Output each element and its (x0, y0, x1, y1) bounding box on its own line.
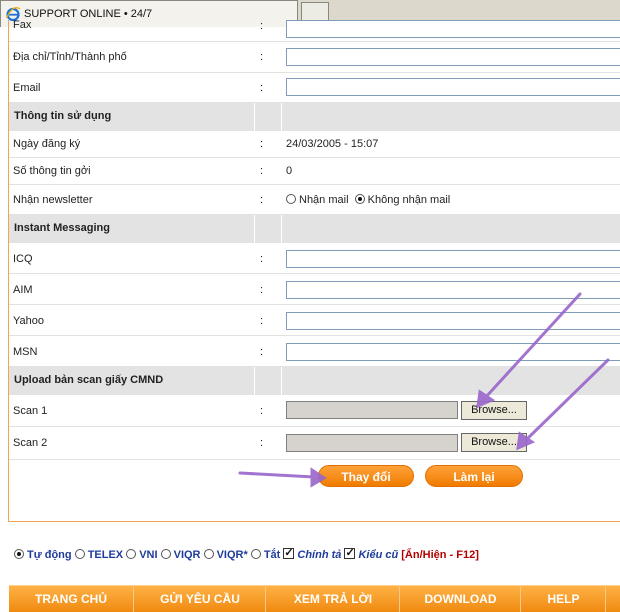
colon: : (260, 51, 264, 63)
aim-input[interactable] (286, 281, 620, 299)
ime-telex-radio[interactable] (74, 549, 85, 559)
fax-label: Fax (13, 19, 32, 31)
form-row-icq: ICQ : (9, 243, 620, 274)
newsletter-options: Nhận mail Không nhận mail (286, 194, 450, 206)
colon: : (260, 253, 264, 265)
ime-vni-radio[interactable] (126, 549, 137, 559)
browser-tab-title: SUPPORT ONLINE • 24/7 (24, 8, 153, 20)
ime-spell-label: Chính tả (297, 549, 342, 561)
section-divider (254, 103, 282, 131)
colon: : (260, 82, 264, 94)
form-row-msg-count: Số thông tin gởi : 0 (9, 158, 620, 185)
newsletter-no-label: Không nhận mail (367, 194, 451, 206)
aim-label: AIM (13, 284, 33, 296)
form-row-scan1: Scan 1 : Browse... (9, 395, 620, 427)
colon: : (260, 315, 264, 327)
msn-input[interactable] (286, 343, 620, 361)
ime-off-label: Tắt (263, 549, 281, 561)
scan1-browse-button[interactable]: Browse... (461, 401, 527, 420)
address-input[interactable] (286, 48, 620, 66)
scan2-label: Scan 2 (13, 437, 48, 449)
yahoo-input[interactable] (286, 312, 620, 330)
icq-input[interactable] (286, 250, 620, 268)
msg-count-value: 0 (286, 165, 293, 177)
ime-off-radio[interactable] (250, 549, 261, 559)
scan1-file-input[interactable] (286, 401, 458, 419)
colon: : (260, 284, 264, 296)
colon: : (260, 20, 264, 32)
nav-home[interactable]: TRANG CHỦ (9, 586, 134, 612)
nav-help[interactable]: HELP (522, 586, 606, 612)
ime-auto-label: Tự động (27, 549, 72, 561)
nav-send-request[interactable]: GỬI YÊU CẦU (135, 586, 266, 612)
newsletter-yes-label: Nhận mail (299, 194, 349, 206)
reg-date-value: 24/03/2005 - 15:07 (286, 138, 379, 150)
ime-viqr-label: VIQR (173, 549, 201, 561)
colon: : (260, 165, 264, 177)
scan2-browse-button[interactable]: Browse... (461, 433, 527, 452)
bottom-nav-bar: TRANG CHỦ GỬI YÊU CẦU XEM TRẢ LỜI DOWNLO… (9, 585, 620, 612)
email-input[interactable] (286, 78, 620, 96)
ime-viqr-star-radio[interactable] (203, 549, 214, 559)
scan1-label: Scan 1 (13, 405, 48, 417)
icq-label: ICQ (13, 253, 33, 265)
ime-auto-radio[interactable] (14, 549, 24, 559)
ime-telex-label: TELEX (87, 549, 124, 561)
newsletter-no-radio[interactable] (354, 194, 365, 204)
nav-view-reply[interactable]: XEM TRẢ LỜI (267, 586, 400, 612)
ime-viqr-radio[interactable] (160, 549, 171, 559)
form-row-yahoo: Yahoo : (9, 305, 620, 336)
email-label: Email (13, 82, 41, 94)
section-title-usage: Thông tin sử dụng (14, 110, 112, 122)
section-header-im: Instant Messaging (9, 215, 620, 243)
newsletter-yes-radio[interactable] (286, 194, 296, 204)
form-row-email: Email : (9, 73, 620, 103)
reg-date-label: Ngày đăng ký (13, 138, 81, 150)
yahoo-label: Yahoo (13, 315, 44, 327)
colon: : (260, 437, 264, 449)
ime-spell-checkbox[interactable] (283, 546, 295, 559)
ime-toggle-link[interactable]: [Ẩn/Hiện - F12] (401, 549, 479, 561)
colon: : (260, 194, 264, 206)
section-title-upload: Upload bản scan giấy CMND (14, 374, 164, 386)
msn-label: MSN (13, 346, 38, 358)
fax-input[interactable] (286, 20, 620, 38)
msg-count-label: Số thông tin gởi (13, 165, 91, 177)
form-row-address: Địa chỉ/Tỉnh/Thành phố : (9, 42, 620, 73)
ime-old-style-label: Kiểu cũ (358, 549, 399, 561)
reset-button[interactable]: Làm lại (425, 465, 523, 487)
form-row-aim: AIM : (9, 274, 620, 305)
address-label: Địa chỉ/Tỉnh/Thành phố (13, 51, 127, 63)
ime-old-style-checkbox[interactable] (344, 546, 356, 559)
section-divider (254, 215, 282, 243)
section-title-im: Instant Messaging (14, 222, 110, 234)
scan2-file-input[interactable] (286, 434, 458, 452)
ime-viqr-star-label: VIQR* (216, 549, 248, 561)
colon: : (260, 138, 264, 150)
section-header-upload: Upload bản scan giấy CMND (9, 367, 620, 395)
section-divider (254, 367, 282, 395)
form-row-scan2: Scan 2 : Browse... (9, 427, 620, 460)
form-row-msn: MSN : (9, 336, 620, 367)
form-row-newsletter: Nhận newsletter : Nhận mail Không nhận m… (9, 185, 620, 215)
form-row-reg-date: Ngày đăng ký : 24/03/2005 - 15:07 (9, 131, 620, 158)
ime-vni-label: VNI (139, 549, 158, 561)
nav-download[interactable]: DOWNLOAD (401, 586, 521, 612)
submit-button[interactable]: Thay đổi (318, 465, 414, 487)
newsletter-label: Nhận newsletter (13, 194, 93, 206)
colon: : (260, 405, 264, 417)
section-header-usage: Thông tin sử dụng (9, 103, 620, 131)
ime-toolbar: Tự động TELEX VNI VIQR VIQR* Tắt Chính t… (14, 546, 479, 561)
colon: : (260, 346, 264, 358)
form-row-fax: Fax : (9, 19, 620, 42)
